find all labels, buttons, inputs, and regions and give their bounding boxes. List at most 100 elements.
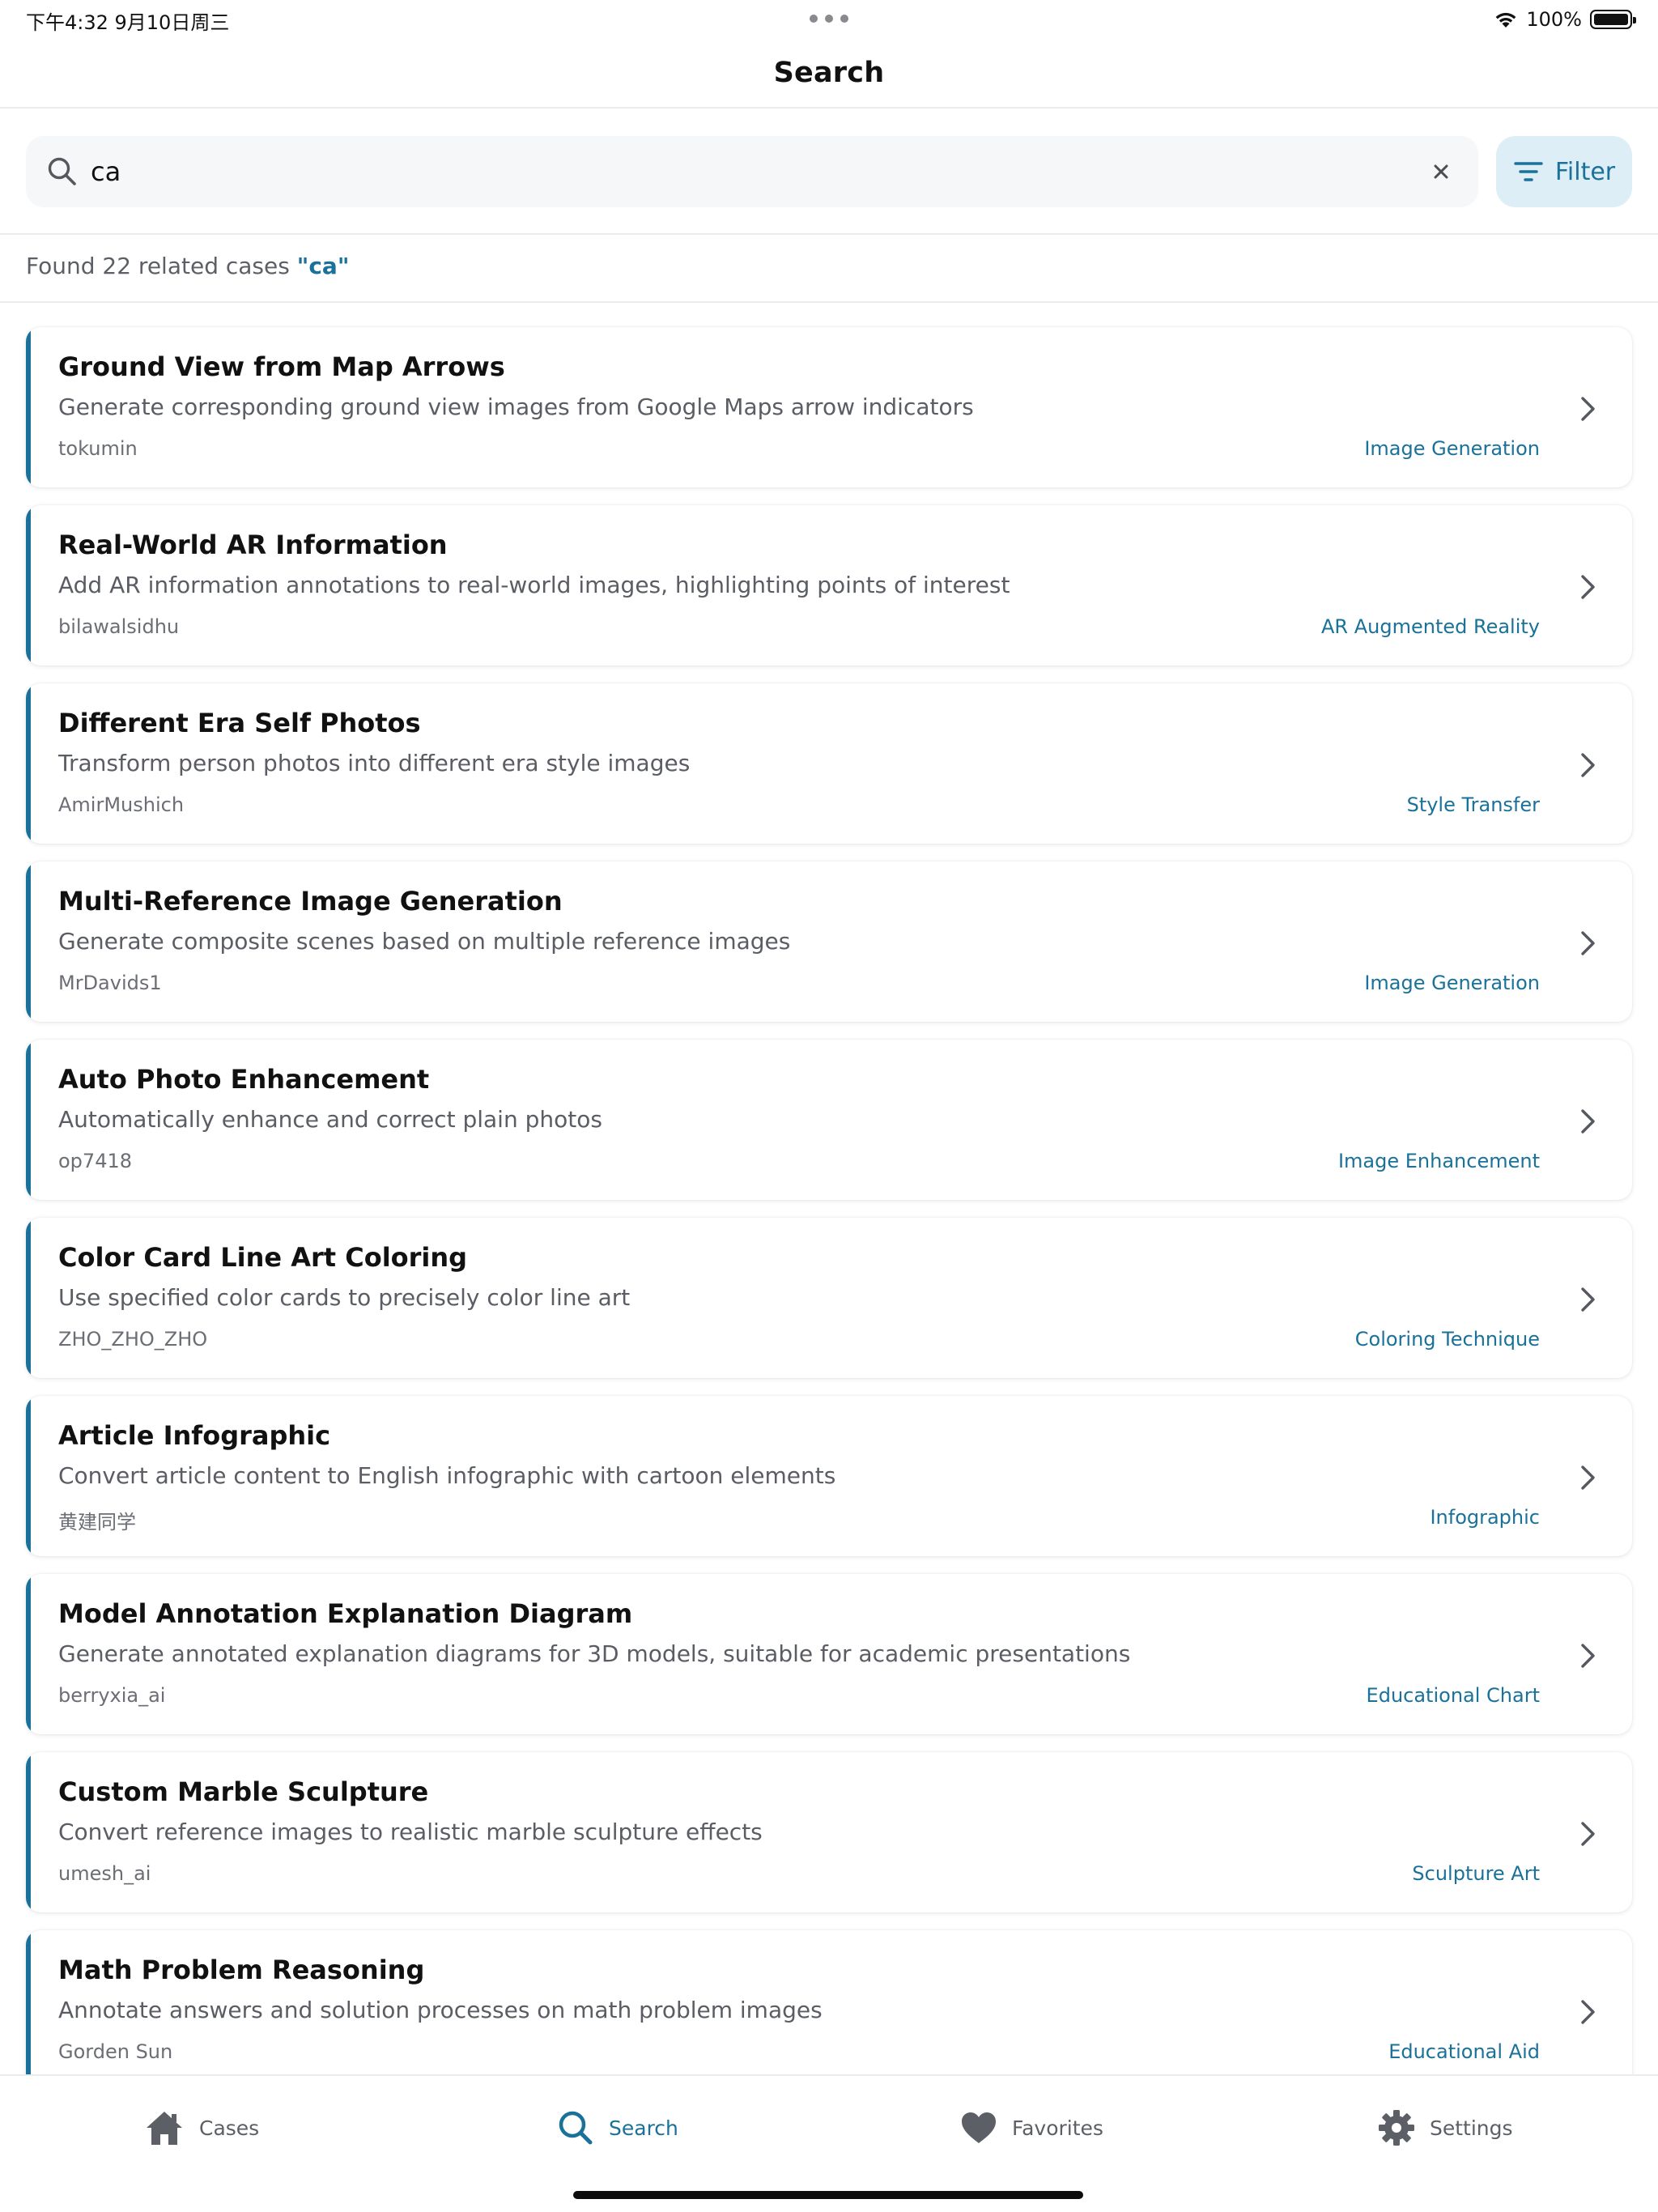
result-card[interactable]: Ground View from Map Arrows Generate cor… — [26, 327, 1632, 487]
card-title: Real-World AR Information — [58, 530, 448, 560]
tab-label: Settings — [1430, 2116, 1513, 2140]
chevron-right-icon — [1581, 1287, 1595, 1312]
chevron-right-icon — [1581, 1644, 1595, 1668]
result-card[interactable]: Article Infographic Convert article cont… — [26, 1396, 1632, 1556]
card-category-tag: AR Augmented Reality — [1321, 615, 1540, 638]
search-input[interactable]: ca — [91, 136, 121, 207]
card-accent-bar — [26, 683, 31, 844]
filter-label: Filter — [1554, 157, 1616, 186]
card-title: Model Annotation Explanation Diagram — [58, 1598, 633, 1629]
card-author: berryxia_ai — [58, 1684, 166, 1707]
result-card[interactable]: Model Annotation Explanation Diagram Gen… — [26, 1574, 1632, 1734]
result-card[interactable]: Multi-Reference Image Generation Generat… — [26, 861, 1632, 1022]
card-description: Annotate answers and solution processes … — [58, 1997, 823, 2023]
card-title: Math Problem Reasoning — [58, 1955, 425, 1985]
card-description: Convert reference images to realistic ma… — [58, 1819, 763, 1845]
card-title: Ground View from Map Arrows — [58, 351, 505, 382]
filter-lines-icon — [1514, 162, 1543, 181]
wifi-icon — [1495, 12, 1516, 28]
card-description: Automatically enhance and correct plain … — [58, 1106, 602, 1133]
card-accent-bar — [26, 861, 31, 1022]
card-category-tag: Educational Chart — [1366, 1684, 1540, 1707]
card-category-tag: Image Generation — [1364, 437, 1540, 460]
status-right: 100% — [1494, 5, 1636, 34]
tab-bar: Cases Search Favorites Settings — [0, 2074, 1658, 2212]
chevron-right-icon — [1581, 753, 1595, 777]
result-card[interactable]: Auto Photo Enhancement Automatically enh… — [26, 1040, 1632, 1200]
results-list: Ground View from Map Arrows Generate cor… — [26, 327, 1632, 2108]
card-author: ZHO_ZHO_ZHO — [58, 1328, 208, 1351]
home-indicator[interactable] — [573, 2191, 1083, 2199]
card-title: Different Era Self Photos — [58, 708, 421, 738]
tab-label: Cases — [199, 2116, 260, 2140]
card-author: tokumin — [58, 437, 138, 460]
card-author: MrDavids1 — [58, 972, 162, 994]
chevron-right-icon — [1581, 1822, 1595, 1846]
chevron-right-icon — [1581, 931, 1595, 955]
result-card[interactable]: Custom Marble Sculpture Convert referenc… — [26, 1752, 1632, 1912]
card-category-tag: Coloring Technique — [1354, 1328, 1540, 1351]
card-category-tag: Educational Aid — [1388, 2040, 1540, 2063]
card-author: op7418 — [58, 1150, 132, 1172]
tab-favorites[interactable]: Favorites — [960, 2105, 1103, 2150]
status-bar: 下午4:32 9月10日周三 100% — [0, 0, 1658, 39]
chevron-right-icon — [1581, 1465, 1595, 1490]
card-accent-bar — [26, 1574, 31, 1734]
chevron-right-icon — [1581, 397, 1595, 421]
status-time: 下午4:32 9月10日周三 — [26, 11, 230, 34]
home-icon — [147, 2112, 182, 2145]
card-category-tag: Style Transfer — [1406, 793, 1540, 816]
search-icon — [48, 157, 76, 185]
results-count-prefix: Found 22 related cases — [26, 253, 297, 279]
result-card[interactable]: Different Era Self Photos Transform pers… — [26, 683, 1632, 844]
gear-icon — [1379, 2110, 1414, 2146]
card-accent-bar — [26, 505, 31, 666]
card-title: Custom Marble Sculpture — [58, 1776, 429, 1807]
card-title: Multi-Reference Image Generation — [58, 886, 563, 917]
close-icon — [1434, 164, 1448, 179]
filter-button[interactable]: Filter — [1496, 136, 1632, 207]
tab-settings[interactable]: Settings — [1378, 2105, 1513, 2150]
card-category-tag: Image Generation — [1364, 972, 1540, 994]
battery-percent: 100% — [1526, 8, 1582, 31]
card-accent-bar — [26, 1396, 31, 1556]
results-query: "ca" — [296, 253, 350, 279]
search-icon — [559, 2111, 593, 2145]
card-description: Generate composite scenes based on multi… — [58, 928, 791, 955]
result-card[interactable]: Real-World AR Information Add AR informa… — [26, 505, 1632, 666]
card-title: Auto Photo Enhancement — [58, 1064, 430, 1095]
tab-search[interactable]: Search — [557, 2105, 678, 2150]
result-card[interactable]: Color Card Line Art Coloring Use specifi… — [26, 1218, 1632, 1378]
card-author: umesh_ai — [58, 1862, 151, 1885]
card-author: AmirMushich — [58, 793, 185, 816]
results-summary: Found 22 related cases "ca" — [0, 235, 1658, 303]
chevron-right-icon — [1581, 1109, 1595, 1134]
multitasking-dots-icon[interactable] — [810, 15, 848, 23]
results-count-text: Found 22 related cases "ca" — [26, 253, 349, 279]
card-description: Generate annotated explanation diagrams … — [58, 1640, 1131, 1667]
heart-icon — [962, 2112, 996, 2143]
card-accent-bar — [26, 1040, 31, 1200]
clear-search-button[interactable] — [1423, 154, 1459, 189]
card-title: Article Infographic — [58, 1420, 331, 1451]
card-category-tag: Infographic — [1430, 1506, 1540, 1529]
card-description: Use specified color cards to precisely c… — [58, 1284, 631, 1311]
card-title: Color Card Line Art Coloring — [58, 1242, 468, 1273]
search-field[interactable]: ca — [26, 136, 1478, 207]
tab-label: Favorites — [1012, 2116, 1103, 2140]
chevron-right-icon — [1581, 2000, 1595, 2024]
tab-cases[interactable]: Cases — [144, 2105, 259, 2150]
card-author: 黄建同学 — [58, 1511, 136, 1534]
card-accent-bar — [26, 1930, 31, 2091]
card-category-tag: Image Enhancement — [1337, 1150, 1540, 1172]
card-description: Generate corresponding ground view image… — [58, 393, 974, 420]
card-accent-bar — [26, 1218, 31, 1378]
search-row: ca Filter — [0, 108, 1658, 235]
card-description: Transform person photos into different e… — [58, 750, 691, 776]
navigation-bar: Search — [0, 39, 1658, 108]
tab-label: Search — [609, 2116, 678, 2140]
card-category-tag: Sculpture Art — [1412, 1862, 1540, 1885]
card-description: Convert article content to English infog… — [58, 1462, 836, 1489]
card-accent-bar — [26, 1752, 31, 1912]
result-card[interactable]: Math Problem Reasoning Annotate answers … — [26, 1930, 1632, 2091]
